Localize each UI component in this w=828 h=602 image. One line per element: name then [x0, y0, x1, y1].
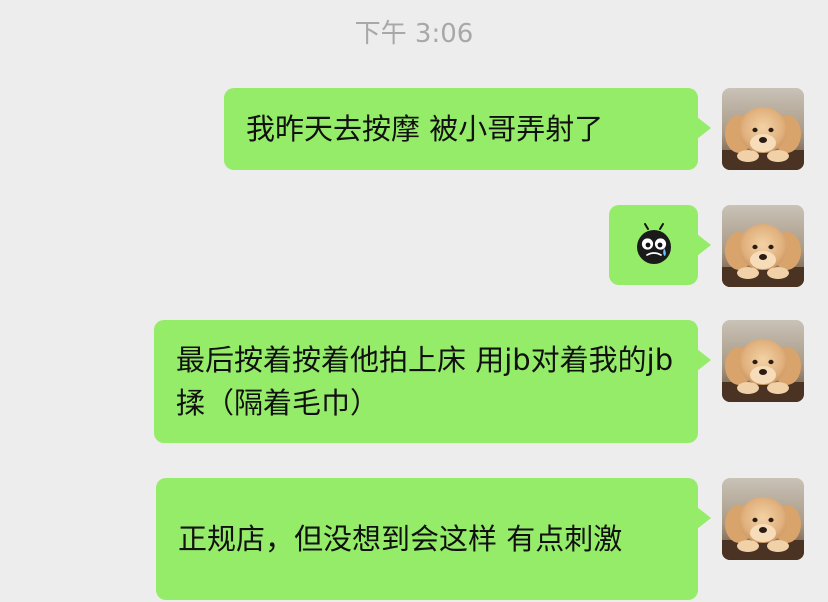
puppy-avatar-icon — [722, 88, 804, 170]
avatar[interactable] — [722, 205, 804, 287]
message-bubble[interactable]: 正规店，但没想到会这样 有点刺激 — [156, 478, 711, 600]
avatar[interactable] — [722, 320, 804, 402]
avatar[interactable] — [722, 478, 804, 560]
message-text: 我昨天去按摩 被小哥弄射了 — [246, 111, 604, 146]
message-bubble[interactable] — [609, 205, 711, 285]
message-text: 正规店，但没想到会这样 有点刺激 — [178, 521, 623, 556]
message-text: 最后按着按着他拍上床 用jb对着我的jb揉（隔着毛巾） — [176, 342, 674, 420]
puppy-avatar-icon — [722, 478, 804, 560]
message-bubble[interactable]: 我昨天去按摩 被小哥弄射了 — [224, 88, 711, 170]
chat-timestamp: 下午 3:06 — [354, 19, 474, 49]
avatar[interactable] — [722, 88, 804, 170]
crying-bug-sticker-icon — [636, 223, 671, 264]
message-bubble[interactable]: 最后按着按着他拍上床 用jb对着我的jb揉（隔着毛巾） — [154, 320, 711, 443]
puppy-avatar-icon — [722, 320, 804, 402]
puppy-avatar-icon — [722, 205, 804, 287]
